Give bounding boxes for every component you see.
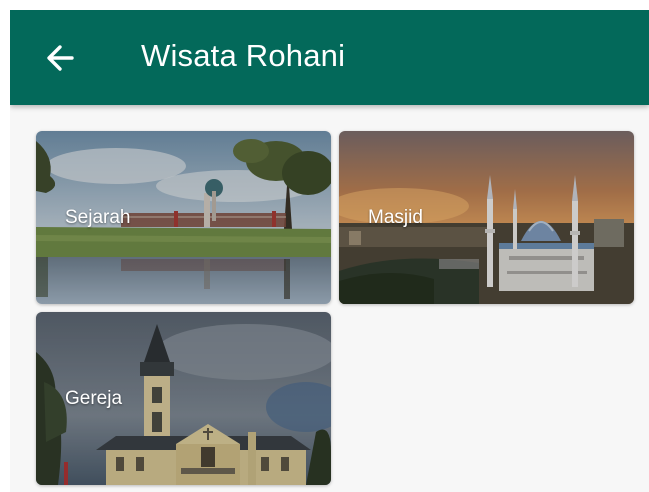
- category-label: Sejarah: [65, 207, 131, 228]
- category-label: Gereja: [65, 388, 123, 409]
- app-bar: Wisata Rohani: [10, 10, 649, 105]
- category-card-sejarah[interactable]: Sejarah: [36, 131, 331, 304]
- screen: Wisata Rohani Sejarah Masjid Gereja: [10, 10, 649, 492]
- category-card-masjid[interactable]: Masjid: [339, 131, 634, 304]
- arrow-back-icon: [47, 45, 74, 71]
- category-label: Masjid: [368, 207, 423, 228]
- back-button[interactable]: [38, 36, 82, 80]
- category-card-gereja[interactable]: Gereja: [36, 312, 331, 485]
- page-title: Wisata Rohani: [141, 38, 346, 73]
